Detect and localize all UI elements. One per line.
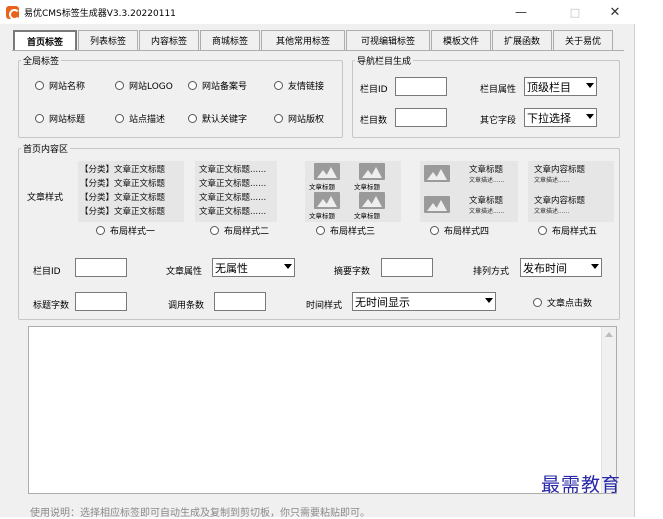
window-title: 易优CMS标签生成器V3.3.20220111: [24, 8, 176, 19]
radio-layout-5[interactable]: 布局样式五: [538, 224, 597, 237]
nav-lm-num-label: 栏目数: [360, 116, 388, 126]
layout-preview-1: 【分类】文章正文标题 【分类】文章正文标题 【分类】文章正文标题 【分类】文章正…: [78, 161, 184, 222]
global-tags-legend: 全局标签: [23, 57, 60, 67]
radio-dot: [316, 226, 325, 235]
radio-dot: [115, 114, 124, 123]
radio-site-title[interactable]: 网站标题: [35, 112, 85, 125]
nav-legend: 导航栏目生成: [357, 57, 412, 67]
tab-extend-functions[interactable]: 扩展函数: [492, 30, 552, 50]
minimize-button[interactable]: —: [506, 0, 536, 24]
tab-list[interactable]: 列表标签: [78, 30, 138, 50]
chevron-down-icon: [284, 264, 292, 269]
radio-layout-4[interactable]: 布局样式四: [430, 224, 489, 237]
tab-underline: [12, 50, 624, 51]
summary-input[interactable]: [381, 258, 433, 277]
radio-dot: [210, 226, 219, 235]
image-placeholder-icon: [359, 163, 385, 180]
summary-label: 摘要字数: [334, 267, 371, 277]
call-count-input[interactable]: [214, 292, 266, 311]
sort-label: 排列方式: [473, 267, 510, 277]
nav-other-label: 其它字段: [480, 116, 517, 126]
close-button[interactable]: ✕: [600, 0, 630, 24]
layout-preview-4: 文章标题 文章描述...... 文章标题 文章描述......: [420, 161, 518, 222]
tab-visual-edit[interactable]: 可视编辑标签: [346, 30, 430, 50]
title-len-input[interactable]: [75, 292, 127, 311]
title-bar: 易优CMS标签生成器V3.3.20220111 — □ ✕: [0, 0, 635, 24]
sort-select[interactable]: 发布时间: [520, 258, 602, 277]
radio-dot: [274, 114, 283, 123]
nav-lm-num-input[interactable]: [395, 108, 447, 127]
output-textarea[interactable]: [28, 326, 617, 494]
radio-site-logo[interactable]: 网站LOGO: [115, 79, 173, 92]
chevron-down-icon: [586, 83, 594, 88]
tab-other[interactable]: 其他常用标签: [261, 30, 345, 50]
layout-preview-3: 文章标题 文章标题 文章标题 文章标题: [305, 161, 401, 222]
maximize-button[interactable]: □: [560, 0, 590, 24]
image-placeholder-icon: [424, 165, 450, 182]
radio-dot: [430, 226, 439, 235]
nav-lm-id-input[interactable]: [395, 77, 447, 96]
radio-dot: [188, 114, 197, 123]
tab-about[interactable]: 关于易优: [553, 30, 613, 50]
radio-dot: [115, 81, 124, 90]
radio-dot: [274, 81, 283, 90]
radio-site-name[interactable]: 网站名称: [35, 79, 85, 92]
vertical-scrollbar[interactable]: [601, 327, 616, 493]
radio-site-copyright[interactable]: 网站版权: [274, 112, 324, 125]
time-style-select[interactable]: 无时间显示: [352, 292, 496, 311]
tab-template-files[interactable]: 模板文件: [431, 30, 491, 50]
watermark-text: 最需教育: [541, 474, 622, 496]
chevron-down-icon: [485, 298, 493, 303]
tab-shop[interactable]: 商城标签: [200, 30, 260, 50]
article-attr-select[interactable]: 无属性: [212, 258, 295, 277]
image-placeholder-icon: [424, 196, 450, 213]
tab-content[interactable]: 内容标签: [139, 30, 199, 50]
radio-friend-links[interactable]: 友情链接: [274, 79, 324, 92]
radio-dot: [188, 81, 197, 90]
time-style-label: 时间样式: [306, 301, 343, 311]
radio-article-clicks[interactable]: 文章点击数: [533, 296, 592, 309]
home-content-legend: 首页内容区: [23, 145, 69, 155]
radio-dot: [35, 81, 44, 90]
app-logo-icon: [6, 5, 20, 20]
scroll-up-icon[interactable]: [605, 332, 613, 337]
layout-preview-5: 文章内容标题 文章描述...... 文章内容标题 文章描述......: [528, 161, 614, 222]
chevron-down-icon: [591, 264, 599, 269]
radio-layout-3[interactable]: 布局样式三: [316, 224, 375, 237]
app-window: 易优CMS标签生成器V3.3.20220111 — □ ✕ 首页标签 列表标签 …: [0, 0, 635, 519]
image-placeholder-icon: [314, 163, 340, 180]
home-lm-id-label: 栏目ID: [33, 267, 61, 277]
radio-site-icp[interactable]: 网站备案号: [188, 79, 247, 92]
radio-default-keywords[interactable]: 默认关键字: [188, 112, 247, 125]
radio-site-desc[interactable]: 站点描述: [115, 112, 165, 125]
radio-dot: [533, 298, 542, 307]
image-placeholder-icon: [359, 192, 385, 209]
radio-layout-2[interactable]: 布局样式二: [210, 224, 269, 237]
call-count-label: 调用条数: [168, 301, 205, 311]
nav-lm-id-label: 栏目ID: [360, 85, 388, 95]
tab-home[interactable]: 首页标签: [13, 30, 77, 50]
radio-dot: [35, 114, 44, 123]
layout-preview-2: 文章正文标题...... 文章正文标题...... 文章正文标题...... 文…: [195, 161, 277, 222]
chevron-down-icon: [586, 114, 594, 119]
home-lm-id-input[interactable]: [75, 258, 127, 277]
nav-other-select[interactable]: 下拉选择: [524, 108, 597, 127]
title-len-label: 标题字数: [33, 301, 70, 311]
radio-layout-1[interactable]: 布局样式一: [96, 224, 155, 237]
nav-attr-select[interactable]: 顶级栏目: [524, 77, 597, 96]
article-attr-label: 文章属性: [166, 267, 203, 277]
image-placeholder-icon: [314, 192, 340, 209]
global-tags-group: 全局标签: [18, 54, 343, 138]
radio-dot: [96, 226, 105, 235]
tab-bar: 首页标签 列表标签 内容标签 商城标签 其他常用标签 可视编辑标签 模板文件 扩…: [13, 30, 614, 50]
nav-attr-label: 栏目属性: [480, 85, 517, 95]
radio-dot: [538, 226, 547, 235]
article-style-label: 文章样式: [27, 193, 64, 203]
